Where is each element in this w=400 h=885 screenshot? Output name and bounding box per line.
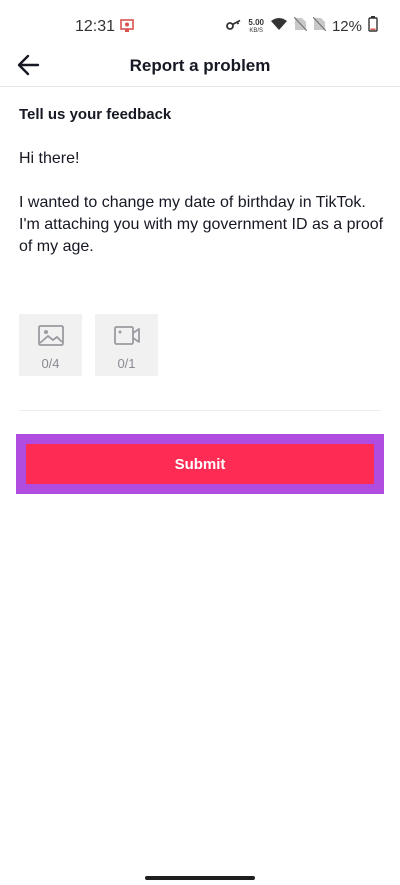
video-count: 0/1 xyxy=(117,356,136,371)
network-speed: 5.00 KB/S xyxy=(248,17,264,35)
network-speed-value: 5.00 xyxy=(248,17,264,27)
wifi-icon xyxy=(270,17,288,36)
network-speed-unit: KB/S xyxy=(249,27,264,34)
key-icon xyxy=(226,18,242,36)
video-icon xyxy=(114,325,140,352)
status-bar: 12:31 5.00 KB/S 12% xyxy=(0,0,400,46)
battery-icon xyxy=(368,16,378,37)
add-video-button[interactable]: 0/1 xyxy=(95,314,158,376)
submit-highlight: Submit xyxy=(16,434,384,494)
add-image-button[interactable]: 0/4 xyxy=(19,314,82,376)
page-title: Report a problem xyxy=(129,56,271,75)
no-sim-icon xyxy=(312,16,327,36)
divider xyxy=(19,410,381,411)
screen-record-icon xyxy=(120,19,134,38)
status-time: 12:31 xyxy=(75,18,116,35)
status-icons: 5.00 KB/S 12% xyxy=(226,16,378,37)
feedback-textarea[interactable]: Hi there! I wanted to change my date of … xyxy=(19,148,389,258)
top-navigation: Report a problem xyxy=(0,46,400,87)
image-count: 0/4 xyxy=(41,356,60,371)
submit-button[interactable]: Submit xyxy=(26,444,374,484)
feedback-heading: Tell us your feedback xyxy=(19,106,172,123)
home-indicator[interactable] xyxy=(145,876,255,880)
no-sim-icon xyxy=(293,16,308,36)
battery-percent: 12% xyxy=(331,18,362,35)
image-icon xyxy=(38,325,64,352)
